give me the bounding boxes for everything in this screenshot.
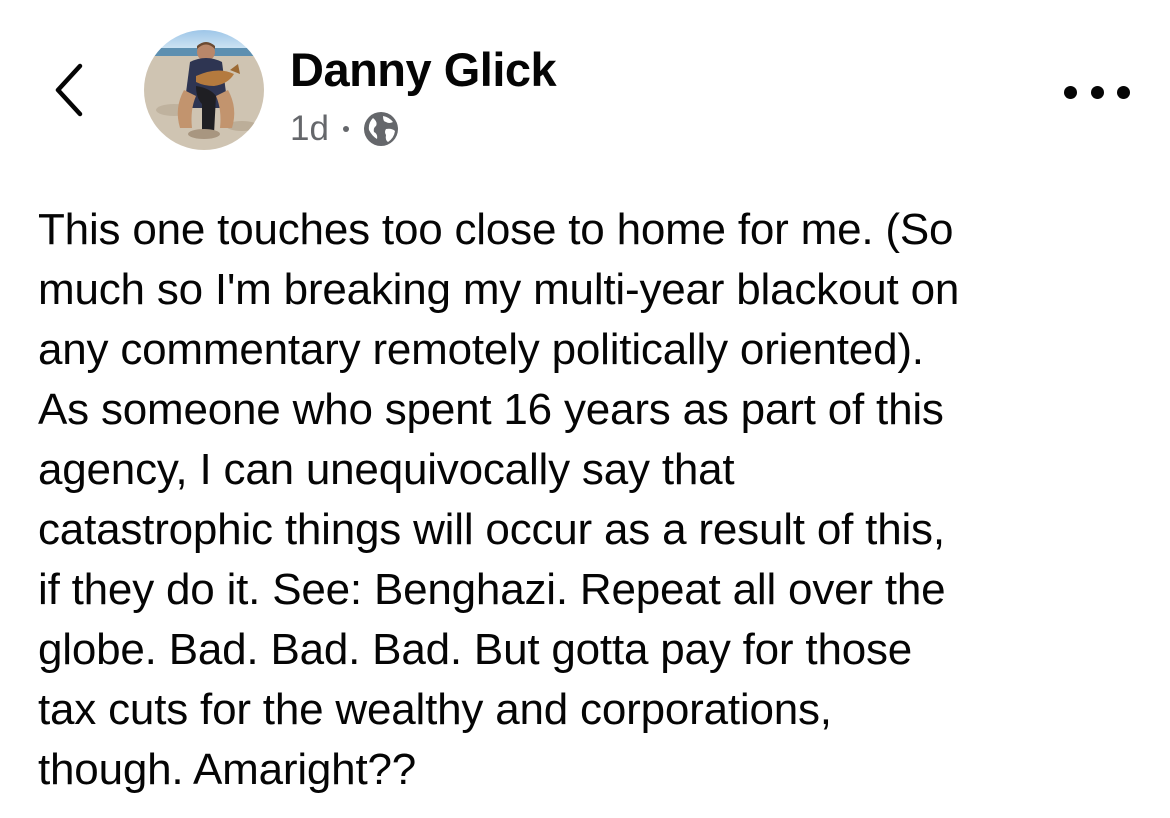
- more-horizontal-icon: [1117, 85, 1130, 99]
- post-meta: 1d: [290, 107, 400, 151]
- globe-icon[interactable]: [362, 110, 400, 148]
- chevron-left-icon: [55, 63, 83, 117]
- post-text-line: any commentary remotely politically orie…: [38, 325, 924, 374]
- post-text: This one touches too close to home for m…: [38, 200, 1148, 800]
- post-text-line: agency, I can unequivocally say that: [38, 445, 735, 494]
- avatar[interactable]: [144, 30, 264, 150]
- post-timestamp[interactable]: 1d: [290, 107, 329, 151]
- more-horizontal-icon: [1090, 85, 1104, 99]
- more-options-button[interactable]: [1064, 72, 1130, 112]
- post-text-line: catastrophic things will occur as a resu…: [38, 505, 945, 554]
- post-text-line: tax cuts for the wealthy and corporation…: [38, 685, 832, 734]
- more-horizontal-icon: [1064, 85, 1077, 99]
- post-text-line: if they do it. See: Benghazi. Repeat all…: [38, 565, 946, 614]
- post-text-line: though. Amaright??: [38, 745, 417, 794]
- author-name[interactable]: Danny Glick: [290, 40, 557, 100]
- post-text-line: much so I'm breaking my multi-year black…: [38, 265, 960, 314]
- back-button[interactable]: [46, 58, 98, 122]
- post-text-line: As someone who spent 16 years as part of…: [38, 385, 944, 434]
- post-text-line: globe. Bad. Bad. Bad. But gotta pay for …: [38, 625, 913, 674]
- meta-separator: [342, 126, 349, 132]
- post-text-line: This one touches too close to home for m…: [38, 205, 954, 254]
